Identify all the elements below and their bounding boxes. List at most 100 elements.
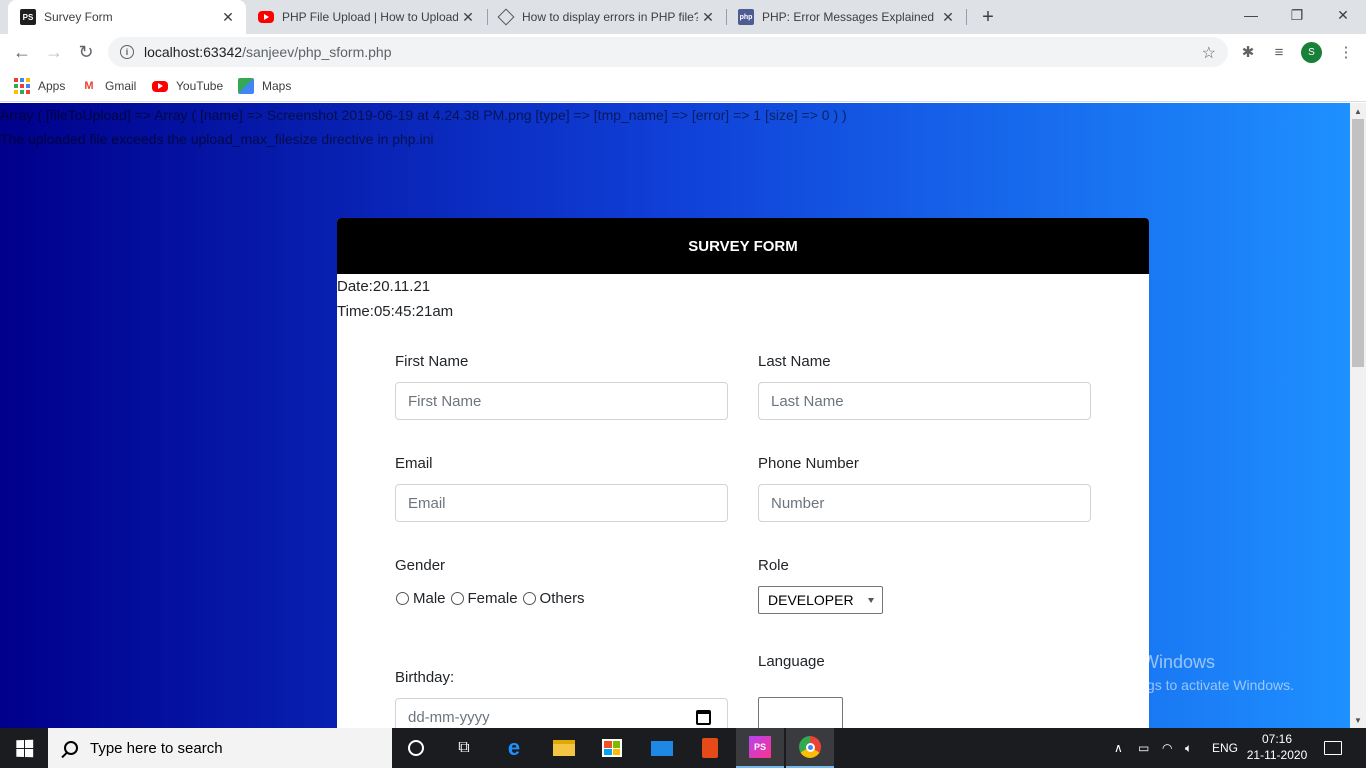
male-radio[interactable] — [396, 592, 409, 605]
mail-icon[interactable] — [638, 728, 686, 768]
female-radio[interactable] — [450, 592, 464, 605]
close-window-button[interactable]: ✕ — [1320, 0, 1366, 30]
show-hidden-icons-chevron-icon[interactable]: ∧ — [1114, 728, 1123, 768]
male-label: Male — [413, 590, 446, 607]
notifications-icon[interactable] — [1318, 736, 1348, 760]
minimize-button[interactable]: — — [1228, 0, 1274, 30]
role-label: Role — [758, 557, 789, 574]
scroll-down-arrow-icon[interactable]: ▼ — [1350, 712, 1366, 728]
female-label: Female — [467, 590, 518, 607]
tab-php-file-upload[interactable]: PHP File Upload | How to Upload ✕ — [246, 0, 486, 34]
diamond-icon — [497, 8, 515, 26]
task-view-icon[interactable]: ⧉ — [440, 728, 488, 768]
tab-title: PHP File Upload | How to Upload — [282, 10, 458, 24]
windows-taskbar: Type here to search ⧉ e PS ∧ ▭ ◠ 🔈︎ ENG … — [0, 728, 1366, 768]
bookmark-label: Gmail — [105, 79, 137, 93]
file-explorer-icon[interactable] — [540, 728, 588, 768]
clock-date: 21-11-2020 — [1246, 748, 1308, 762]
clock-time: 07:16 — [1261, 732, 1293, 746]
reload-icon[interactable]: ↻ — [72, 38, 100, 66]
language-label: Language — [758, 653, 825, 670]
debug-output: Array ( [fileToUpload] => Array ( [name]… — [0, 107, 847, 123]
info-icon[interactable]: i — [120, 45, 134, 59]
role-selected-value: DEVELOPER — [768, 592, 854, 608]
store-icon[interactable] — [588, 728, 636, 768]
tab-title: How to display errors in PHP file? — [522, 10, 698, 24]
bookmark-youtube[interactable]: YouTube — [152, 76, 223, 96]
bookmark-maps[interactable]: Maps — [238, 76, 291, 96]
back-arrow-icon[interactable]: ← — [8, 38, 36, 66]
menu-kebab-icon[interactable]: ⋮ — [1336, 42, 1356, 62]
bookmark-gmail[interactable]: M Gmail — [81, 76, 136, 96]
tab-error-messages[interactable]: php PHP: Error Messages Explained - ✕ — [726, 0, 966, 34]
gender-radio-group: Male Female Others — [395, 590, 589, 607]
tab-title: Survey Form — [44, 10, 113, 24]
birthday-date-input[interactable]: dd-mm-yyyy — [395, 698, 728, 728]
cortana-icon[interactable] — [392, 728, 440, 768]
tab-survey-form[interactable]: PS Survey Form ✕ — [8, 0, 246, 34]
role-select[interactable]: DEVELOPER — [758, 586, 883, 614]
scroll-up-arrow-icon[interactable]: ▲ — [1350, 103, 1366, 119]
bookmark-star-icon[interactable]: ☆ — [1202, 43, 1216, 63]
battery-icon[interactable]: ▭ — [1138, 728, 1149, 768]
url-host: localhost:63342 — [144, 44, 243, 60]
close-icon[interactable]: ✕ — [698, 7, 718, 27]
tab-display-errors[interactable]: How to display errors in PHP file? ✕ — [486, 0, 726, 34]
close-icon[interactable]: ✕ — [938, 7, 958, 27]
maps-icon — [238, 78, 254, 94]
apps-grid-icon — [14, 78, 30, 94]
last-name-label: Last Name — [758, 353, 831, 370]
gmail-icon: M — [84, 80, 94, 92]
bookmark-label: Maps — [262, 79, 292, 93]
system-clock[interactable]: 07:16 21-11-2020 — [1242, 731, 1312, 763]
wifi-icon[interactable]: ◠ — [1162, 728, 1172, 768]
calendar-icon[interactable] — [696, 710, 711, 725]
phpstorm-taskbar-icon[interactable]: PS — [736, 728, 784, 768]
youtube-icon — [258, 11, 274, 23]
form-header: SURVEY FORM — [337, 218, 1149, 274]
edge-icon[interactable]: e — [490, 728, 538, 768]
date-line: Date:20.11.21 — [337, 278, 431, 295]
taskbar-search[interactable]: Type here to search — [48, 728, 392, 768]
input-language[interactable]: ENG — [1212, 728, 1238, 768]
activate-windows-title: Activate Windows — [1073, 652, 1216, 672]
volume-icon[interactable]: 🔈︎ — [1185, 728, 1192, 768]
new-tab-button[interactable]: + — [976, 5, 1000, 29]
youtube-icon — [152, 80, 168, 92]
tab-separator — [966, 9, 967, 25]
chevron-down-icon — [868, 598, 874, 603]
phone-label: Phone Number — [758, 455, 859, 472]
taskbar-search-placeholder: Type here to search — [90, 739, 223, 757]
scrollbar-thumb[interactable] — [1352, 119, 1364, 367]
start-button[interactable] — [0, 728, 48, 768]
page-scrollbar[interactable]: ▲ ▼ — [1350, 103, 1366, 728]
time-line: Time:05:45:21am — [337, 303, 454, 320]
birthday-label: Birthday: — [395, 669, 455, 686]
bookmark-apps[interactable]: Apps — [14, 76, 65, 96]
email-input[interactable] — [395, 484, 728, 522]
extensions-puzzle-icon[interactable]: ✱ — [1238, 42, 1258, 62]
office-icon[interactable] — [686, 728, 734, 768]
close-icon[interactable]: ✕ — [218, 7, 238, 27]
birthday-placeholder: dd-mm-yyyy — [408, 708, 490, 726]
first-name-input[interactable] — [395, 382, 728, 420]
restore-button[interactable]: ❐ — [1274, 0, 1320, 30]
close-icon[interactable]: ✕ — [458, 7, 478, 27]
url-text[interactable]: localhost:63342/sanjeev/php_sform.php — [144, 44, 392, 60]
php-icon: php — [738, 9, 754, 25]
search-icon — [64, 741, 78, 755]
gender-label: Gender — [395, 557, 446, 574]
phone-input[interactable] — [758, 484, 1091, 522]
url-path: /sanjeev/php_sform.php — [242, 44, 392, 60]
profile-avatar[interactable]: S — [1301, 42, 1322, 63]
language-select[interactable] — [758, 697, 843, 728]
chrome-taskbar-icon[interactable] — [786, 728, 834, 768]
last-name-input[interactable] — [758, 382, 1091, 420]
forward-arrow-icon[interactable]: → — [40, 38, 68, 66]
browser-toolbar: ← → ↻ i localhost:63342/sanjeev/php_sfor… — [0, 34, 1366, 70]
address-bar[interactable]: i localhost:63342/sanjeev/php_sform.php … — [108, 37, 1228, 67]
media-queue-icon[interactable]: ≡ — [1269, 42, 1289, 62]
others-label: Others — [539, 590, 585, 607]
others-radio[interactable] — [522, 592, 536, 605]
survey-form-card: SURVEY FORM Date:20.11.21 Time:05:45:21a… — [337, 218, 1149, 728]
